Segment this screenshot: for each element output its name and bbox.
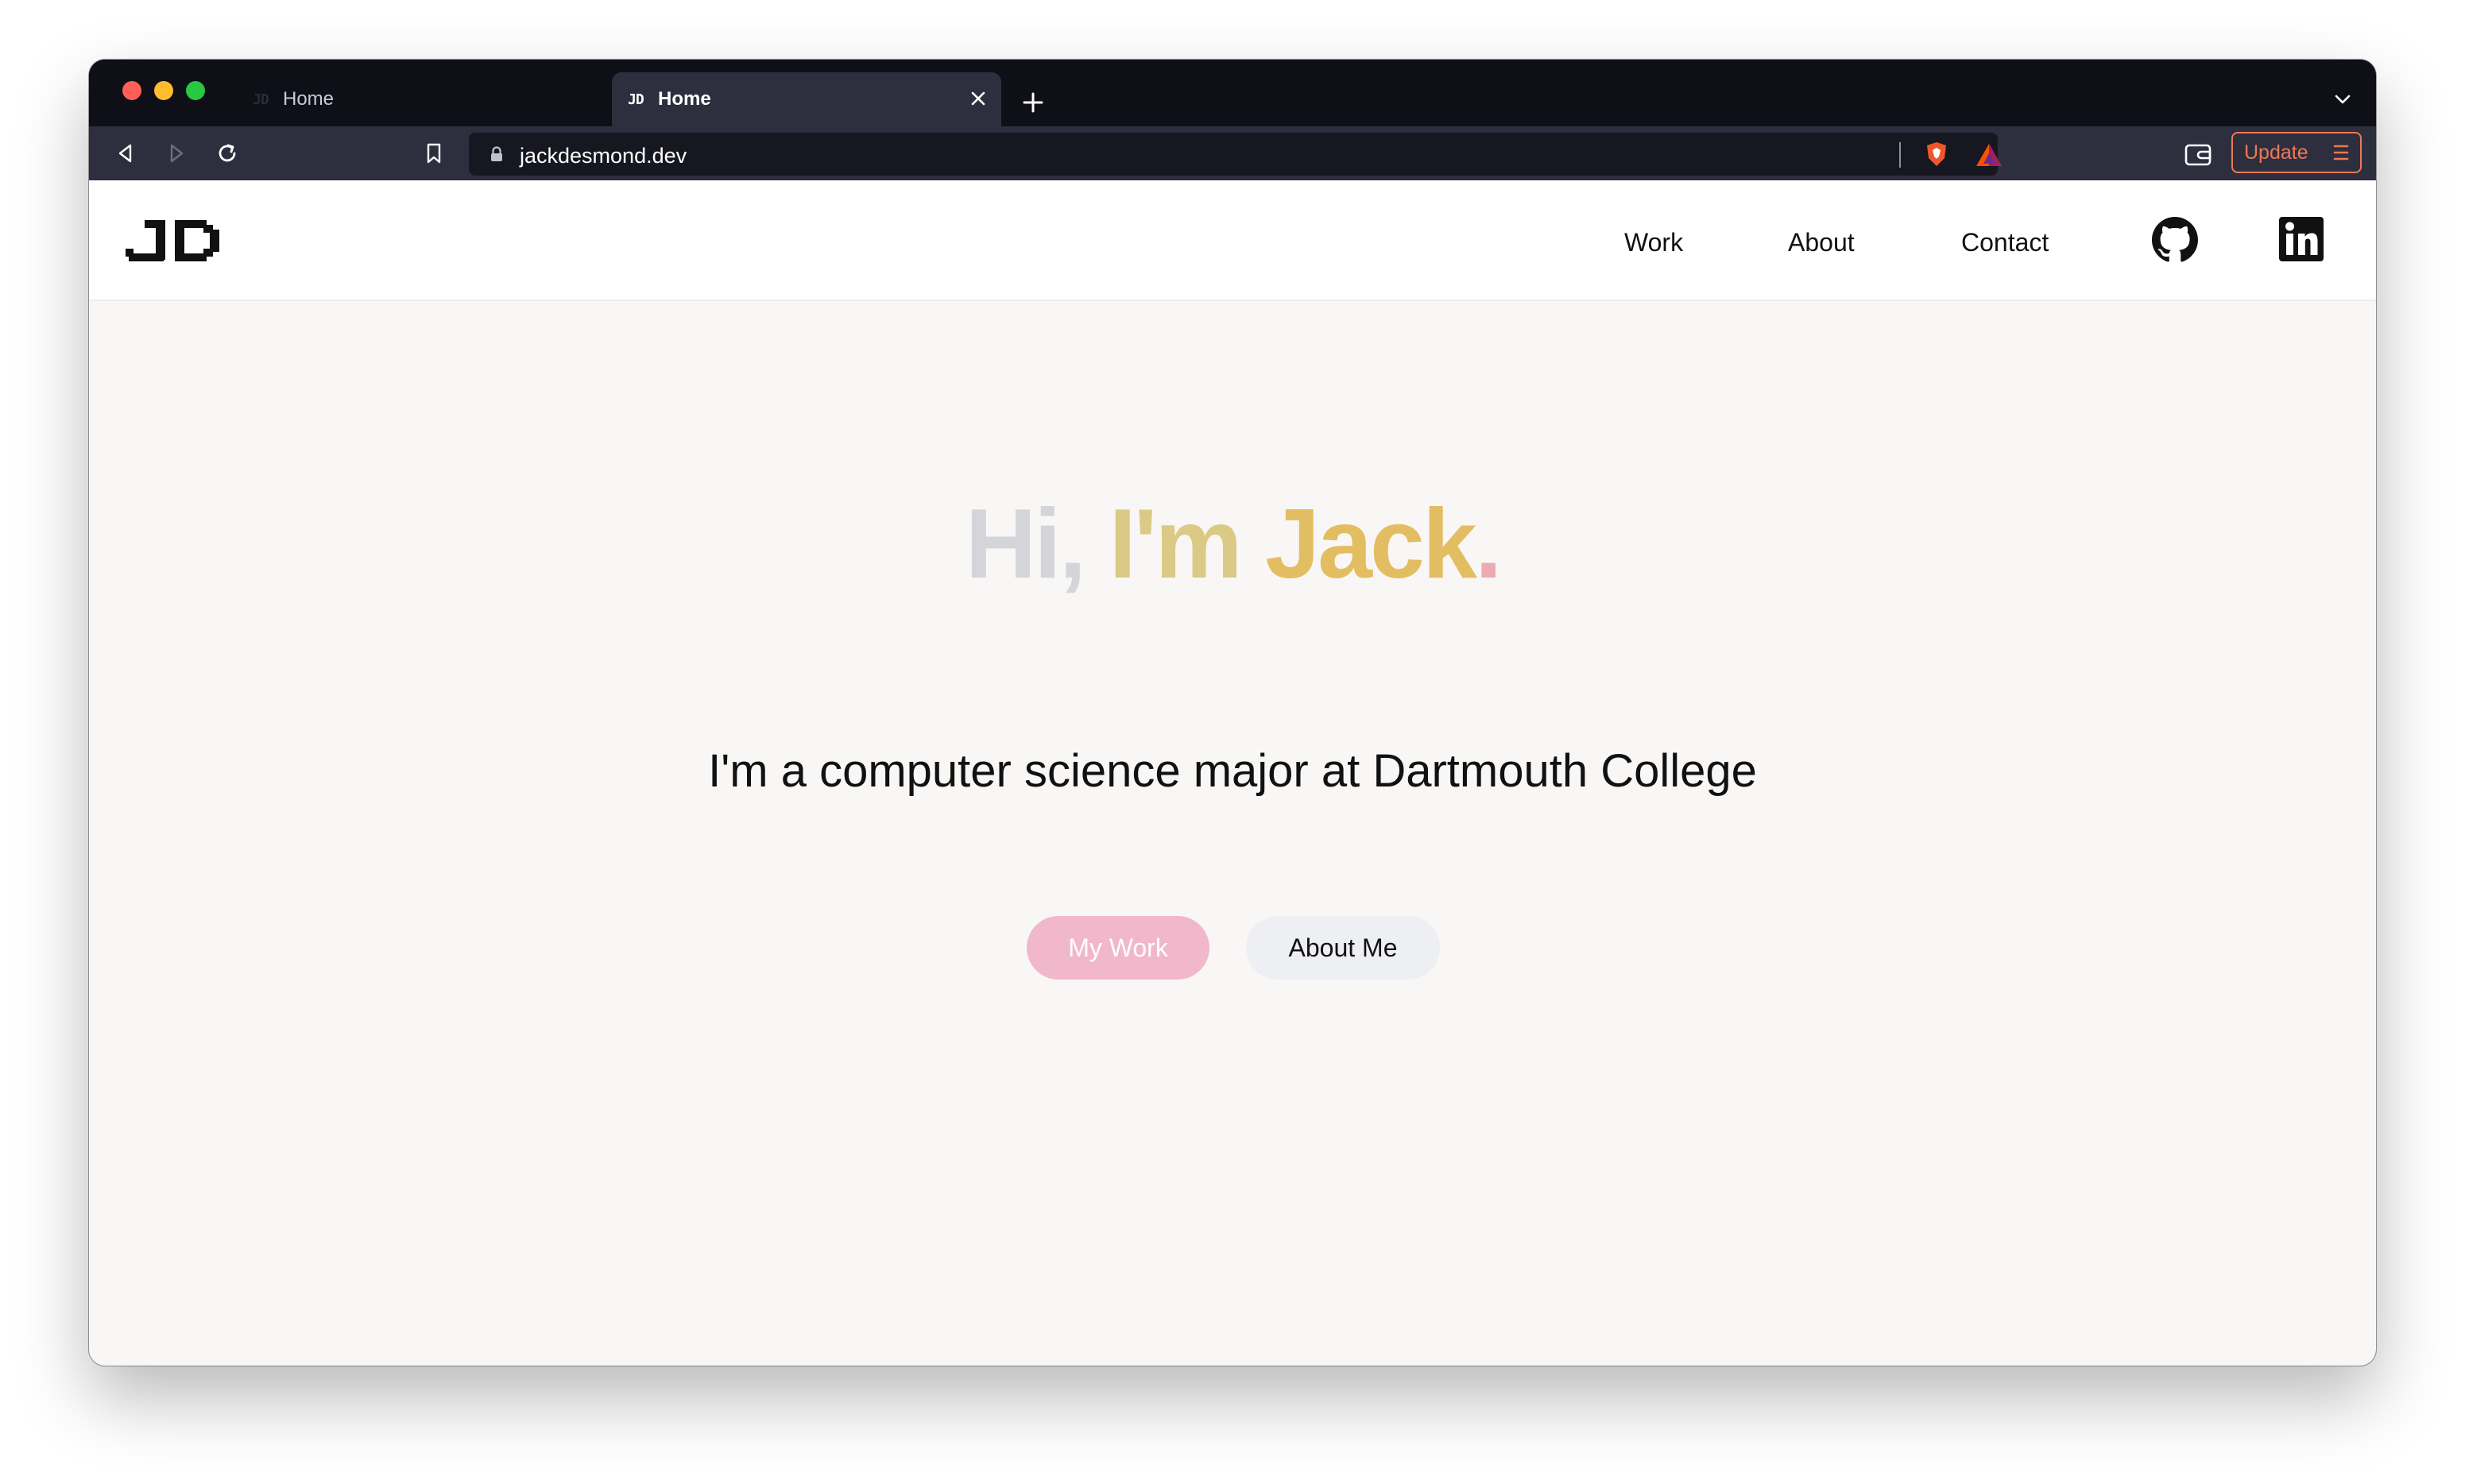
menu-icon (2333, 143, 2349, 168)
maximize-window-button[interactable] (186, 81, 205, 100)
site-logo[interactable] (126, 217, 226, 266)
bat-rewards-icon[interactable] (1975, 142, 2003, 168)
nav-link-contact[interactable]: Contact (1961, 218, 2049, 266)
plus-icon[interactable] (1014, 83, 1052, 122)
nav-link-work[interactable]: Work (1624, 218, 1683, 266)
wallet-icon[interactable] (2184, 141, 2214, 169)
url-text[interactable]: jackdesmond.dev (520, 144, 687, 168)
my-work-button[interactable]: My Work (1027, 916, 1209, 980)
tab-favicon: JD (628, 91, 644, 108)
tab-title: Home (283, 88, 335, 110)
page-viewport: Work About Contact Hi, I'm Jack. I'm a c… (89, 180, 2376, 1366)
close-icon[interactable] (965, 85, 992, 112)
chevron-down-icon[interactable] (2325, 82, 2360, 117)
hero-subtitle: I'm a computer science major at Dartmout… (708, 745, 1757, 797)
tab-strip: JD Home JD Home (89, 60, 2376, 126)
url-divider (1899, 142, 1901, 168)
address-bar[interactable]: jackdesmond.dev (469, 133, 2002, 176)
bookmark-icon[interactable] (418, 137, 450, 169)
hero-title-period: . (1474, 489, 1502, 599)
browser-toolbar: jackdesmond.dev Update (89, 126, 2376, 180)
close-window-button[interactable] (122, 81, 141, 100)
brave-shield-icon[interactable] (1923, 141, 1950, 168)
tab-favicon: JD (253, 91, 269, 108)
back-icon[interactable] (110, 137, 141, 169)
hero-title: Hi, I'm Jack. (89, 495, 2376, 593)
tab-title: Home (658, 88, 711, 110)
update-label: Update (2244, 141, 2308, 164)
minimize-window-button[interactable] (154, 81, 173, 100)
lock-icon (486, 144, 507, 164)
tab-home-active[interactable]: JD Home (612, 72, 1001, 126)
hero-title-word: I'm (1109, 489, 1242, 599)
github-icon[interactable] (2152, 217, 2198, 263)
tab-home-inactive[interactable]: JD Home (235, 72, 609, 126)
browser-window: JD Home JD Home jackdesmond.dev Update W… (89, 60, 2376, 1366)
reload-icon[interactable] (211, 137, 243, 169)
about-me-button[interactable]: About Me (1246, 916, 1440, 980)
linkedin-icon[interactable] (2279, 217, 2324, 261)
hero-title-word: Hi, (965, 489, 1086, 599)
update-button[interactable]: Update (2231, 132, 2362, 173)
forward-icon[interactable] (161, 137, 192, 169)
hero-title-word: Jack (1265, 489, 1477, 599)
site-header: Work About Contact (89, 180, 2376, 301)
nav-link-about[interactable]: About (1788, 218, 1855, 266)
